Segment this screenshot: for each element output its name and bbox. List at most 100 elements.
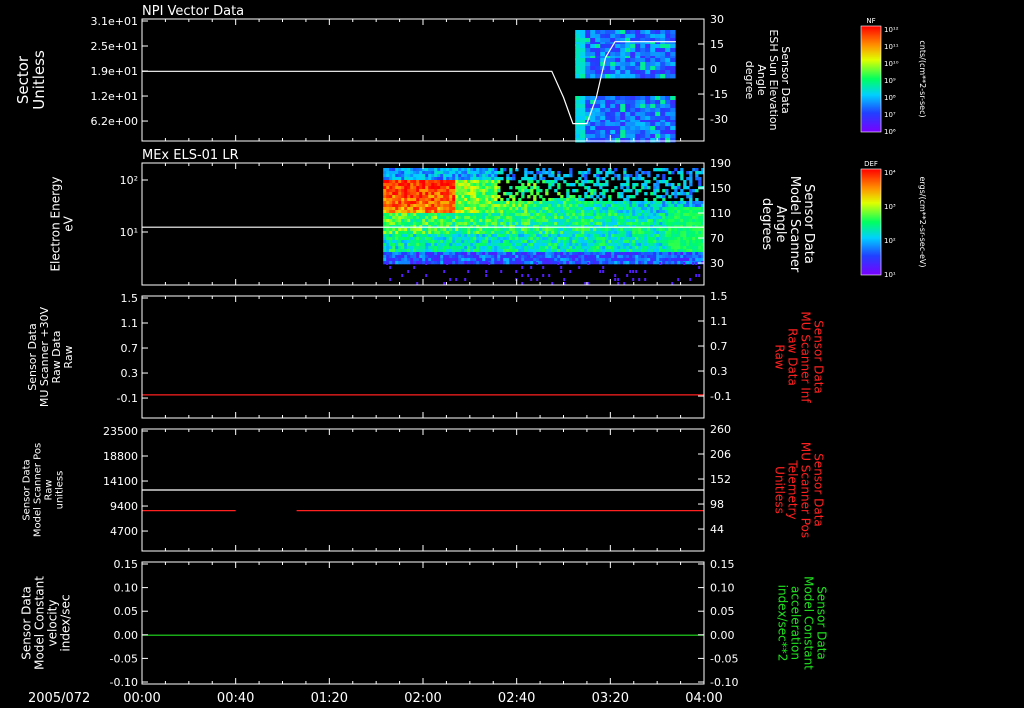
heatmap-cell (479, 186, 483, 190)
heatmap-cell (602, 234, 606, 238)
time-tick-label: 02:00 (404, 691, 441, 706)
heatmap-cell (617, 219, 621, 223)
heatmap-cell (458, 195, 462, 199)
heatmap-cell (527, 228, 531, 232)
heatmap-cell (644, 252, 648, 256)
heatmap-cell (645, 138, 651, 143)
heatmap-cell (590, 195, 594, 199)
heatmap-cell (416, 198, 420, 202)
heatmap-cell (557, 240, 561, 244)
heatmap-cell (668, 258, 672, 262)
heatmap-cell (515, 243, 519, 247)
heatmap-cell (596, 210, 600, 214)
heatmap-cell (440, 255, 444, 259)
heatmap-cell (392, 240, 396, 244)
heatmap-cell (632, 231, 636, 235)
heatmap-cell (461, 252, 465, 256)
heatmap-cell (551, 201, 555, 205)
heatmap-cell (551, 222, 555, 226)
heatmap-cell (410, 198, 414, 202)
heatmap-cell (518, 180, 522, 184)
heatmap-cell (527, 258, 531, 262)
heatmap-cell (671, 207, 675, 211)
heatmap-cell (620, 48, 626, 53)
heatmap-cell (455, 219, 459, 223)
heatmap-cell (515, 261, 519, 265)
heatmap-cell (470, 213, 474, 217)
heatmap-cell (655, 116, 661, 121)
heatmap-cell (389, 252, 393, 256)
left-tick-label: 9400 (110, 500, 138, 513)
heatmap-cell (615, 126, 621, 131)
heatmap-cell (500, 252, 504, 256)
heatmap-cell (650, 258, 654, 262)
heatmap-cell (557, 210, 561, 214)
heatmap-cell (575, 180, 579, 184)
heatmap-cell (449, 231, 453, 235)
heatmap-cell (650, 207, 654, 211)
heatmap-cell (413, 183, 417, 187)
heatmap-cell (629, 243, 633, 247)
heatmap-cell (452, 204, 456, 208)
heatmap-cell (467, 216, 471, 220)
heatmap-cell (626, 240, 630, 244)
heatmap-cell (521, 213, 525, 217)
heatmap-cell (503, 168, 507, 172)
heatmap-cell (518, 237, 522, 241)
heatmap-cell (467, 261, 471, 265)
heatmap-cell (437, 183, 441, 187)
heatmap-cell (383, 189, 387, 193)
heatmap-cell (640, 100, 646, 105)
heatmap-cell (443, 171, 447, 175)
heatmap-cell (670, 34, 676, 39)
panel-frame (141, 295, 705, 419)
heatmap-cell (608, 216, 612, 220)
heatmap-cell (488, 231, 492, 235)
heatmap-cell (545, 228, 549, 232)
heatmap-cell (605, 70, 611, 75)
heatmap-cell (680, 207, 684, 211)
heatmap-cell (608, 213, 612, 217)
heatmap-cell (461, 207, 465, 211)
heatmap-cell (560, 222, 564, 226)
heatmap-cell (590, 192, 594, 196)
heatmap-cell (632, 278, 635, 281)
heatmap-cell (660, 58, 666, 63)
heatmap-cell (548, 231, 552, 235)
heatmap-cell (623, 258, 627, 262)
heatmap-cell (419, 183, 423, 187)
heatmap-cell (488, 183, 492, 187)
heatmap-cell (413, 243, 417, 247)
heatmap-cell (670, 122, 676, 127)
heatmap-cell (599, 201, 603, 205)
heatmap-cell (491, 237, 495, 241)
date-label: 2005/072 (28, 691, 90, 706)
heatmap-cell (677, 278, 680, 281)
heatmap-cell (530, 192, 534, 196)
heatmap-cell (398, 231, 402, 235)
heatmap-cell (548, 210, 552, 214)
left-tick-label: 3.1e+01 (91, 15, 138, 28)
heatmap-cell (590, 52, 596, 57)
heatmap-cell (623, 204, 627, 208)
heatmap-cell (593, 213, 597, 217)
heatmap-cell (584, 255, 588, 259)
heatmap-cell (494, 204, 498, 208)
heatmap-cell (655, 70, 661, 75)
heatmap-cell (383, 246, 387, 250)
heatmap-cell (398, 234, 402, 238)
heatmap-cell (630, 112, 636, 117)
heatmap-cell (599, 216, 603, 220)
heatmap-cell (407, 174, 411, 178)
heatmap-cell (476, 213, 480, 217)
heatmap-cell (677, 252, 681, 256)
heatmap-cell (395, 195, 399, 199)
heatmap-cell (611, 237, 615, 241)
heatmap-cell (401, 252, 405, 256)
heatmap-cell (660, 62, 666, 67)
heatmap-cell (521, 219, 525, 223)
colorbar-tick-label: 10⁷ (884, 111, 896, 119)
heatmap-cell (389, 198, 393, 202)
heatmap-cell (659, 207, 663, 211)
heatmap-cell (580, 58, 586, 63)
